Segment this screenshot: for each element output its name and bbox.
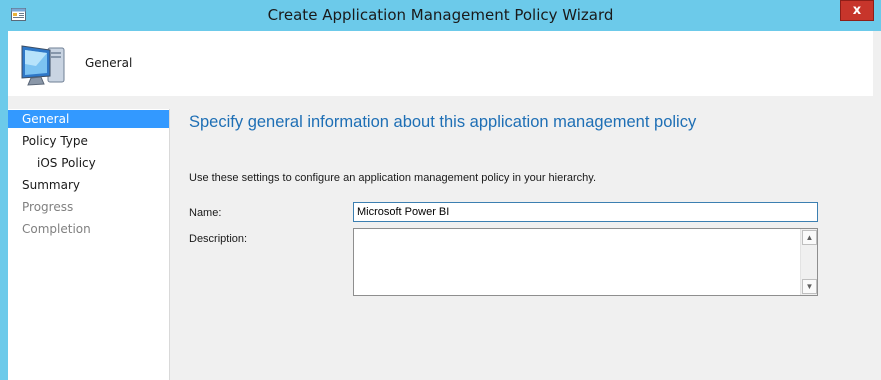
computer-monitor-icon	[21, 45, 65, 86]
name-label: Name:	[189, 207, 222, 219]
title-bar[interactable]: Create Application Management Policy Wiz…	[0, 0, 881, 31]
name-input[interactable]	[353, 202, 818, 222]
wizard-nav: General Policy Type iOS Policy Summary P…	[8, 109, 170, 380]
page-heading: Specify general information about this a…	[189, 113, 697, 131]
page-description: Use these settings to configure an appli…	[189, 172, 597, 184]
wizard-client-area: General General Policy Type iOS Policy S…	[8, 31, 881, 380]
wizard-header: General	[8, 31, 873, 96]
close-button[interactable]: x	[840, 0, 874, 21]
header-title: General	[85, 56, 133, 70]
description-scrollbar[interactable]: ▲ ▼	[800, 229, 817, 295]
header-divider	[8, 96, 873, 109]
description-label: Description:	[189, 233, 248, 245]
window-title: Create Application Management Policy Wiz…	[267, 6, 614, 24]
description-textarea[interactable]	[354, 229, 800, 295]
wizard-window: Create Application Management Policy Wiz…	[0, 0, 881, 380]
wizard-content: Specify general information about this a…	[171, 109, 873, 380]
nav-item-progress: Progress	[22, 200, 74, 214]
nav-item-summary[interactable]: Summary	[8, 176, 169, 194]
nav-item-ios-policy[interactable]: iOS Policy	[8, 154, 169, 172]
description-field[interactable]: ▲ ▼	[353, 228, 818, 296]
scroll-down-icon[interactable]: ▼	[802, 279, 817, 294]
scroll-up-icon[interactable]: ▲	[802, 230, 817, 245]
nav-item-policy-type[interactable]: Policy Type	[8, 132, 169, 150]
nav-item-completion: Completion	[22, 222, 91, 236]
nav-item-general[interactable]: General	[8, 110, 169, 128]
